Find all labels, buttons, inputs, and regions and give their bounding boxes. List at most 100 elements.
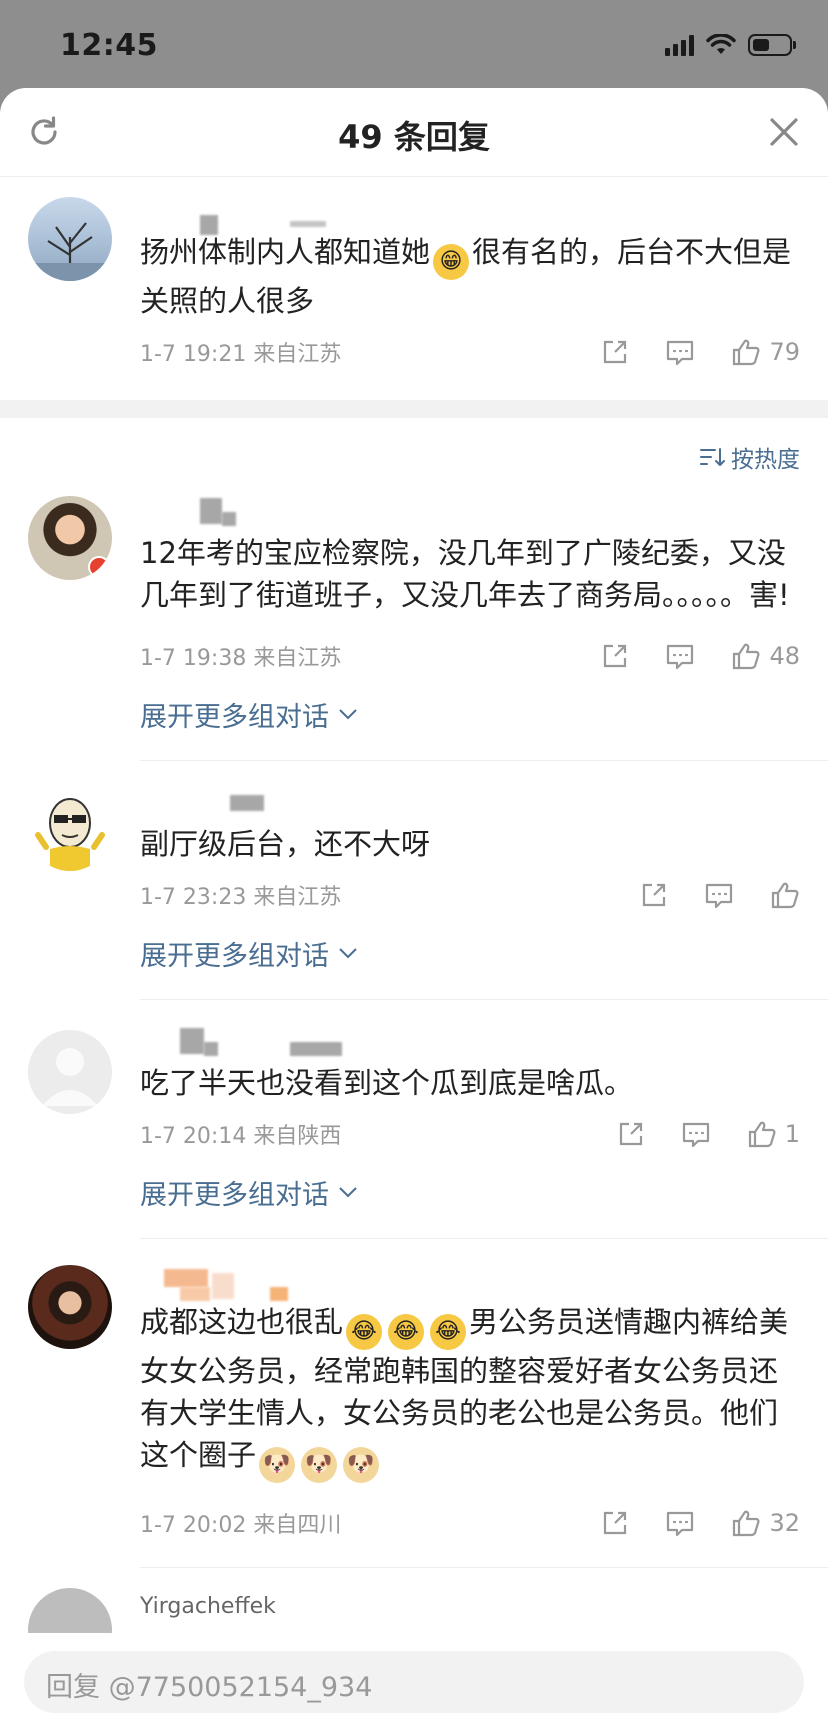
like-icon bbox=[748, 1121, 776, 1148]
comment-icon bbox=[682, 1122, 709, 1148]
avatar[interactable] bbox=[28, 787, 112, 871]
comment-text: 成都这边也很乱 bbox=[140, 1305, 344, 1339]
expand-conversations-link[interactable]: 展开更多组对话 bbox=[140, 686, 800, 742]
laughing-tears-emoji-icon: 😂 bbox=[388, 1314, 425, 1350]
avatar[interactable] bbox=[28, 1030, 112, 1114]
chevron-down-icon bbox=[339, 948, 357, 959]
share-button[interactable] bbox=[601, 642, 629, 670]
like-icon bbox=[733, 339, 760, 366]
share-icon bbox=[604, 644, 627, 668]
meta-row: 1-7 20:14 来自陕西 1 bbox=[140, 1104, 800, 1164]
tree-image bbox=[28, 222, 112, 281]
comment-meta: 1-7 23:23 来自江苏 bbox=[140, 885, 342, 910]
expand-label: 展开更多组对话 bbox=[140, 701, 329, 733]
like-button[interactable]: 1 bbox=[747, 1119, 800, 1149]
wifi-icon bbox=[706, 34, 736, 54]
meta-row: 1-7 20:02 来自四川 32 bbox=[140, 1493, 800, 1553]
share-icon bbox=[642, 883, 666, 907]
comment-item: 成都这边也很乱 😂 😂 😂 男公务员送情趣内裤给美女女公务员，经常跑韩国的整容爱好者女公… bbox=[0, 1239, 828, 1553]
battery-icon bbox=[748, 34, 796, 56]
reply-input[interactable]: 回复 @7750052154_934 bbox=[24, 1651, 804, 1713]
expand-conversations-link[interactable]: 展开更多组对话 bbox=[140, 925, 800, 981]
comment-actions bbox=[604, 865, 800, 925]
share-icon bbox=[619, 1122, 642, 1146]
cartoon-avatar-image bbox=[35, 798, 105, 871]
comment-actions: 79 bbox=[565, 322, 800, 382]
status-time: 12:45 bbox=[60, 28, 158, 63]
top-comment: 扬州体制内人都知道她 😁 很有名的，后台不大但是关照的人很多 1-7 19:21 来… bbox=[0, 177, 828, 382]
close-icon[interactable] bbox=[768, 116, 800, 148]
like-count: 1 bbox=[784, 1120, 800, 1148]
comment-icon bbox=[667, 644, 694, 670]
doge-emoji-icon: 🐶 bbox=[301, 1447, 338, 1483]
comment-meta: 1-7 19:38 来自江苏 bbox=[140, 646, 342, 671]
cellular-signal-icon bbox=[665, 34, 694, 56]
like-count: 48 bbox=[769, 642, 800, 670]
share-button[interactable] bbox=[601, 1509, 629, 1537]
comment-content: 扬州体制内人都知道她 😁 很有名的，后台不大但是关照的人很多 bbox=[140, 231, 800, 322]
like-button[interactable]: 79 bbox=[731, 337, 800, 367]
comment-button[interactable] bbox=[665, 642, 695, 670]
like-count: 79 bbox=[769, 338, 800, 366]
sort-icon bbox=[700, 448, 725, 466]
like-icon bbox=[733, 643, 760, 670]
sort-row: 按热度 bbox=[0, 418, 828, 492]
share-button[interactable] bbox=[601, 338, 629, 366]
avatar[interactable] bbox=[28, 197, 112, 281]
share-button[interactable] bbox=[617, 1120, 645, 1148]
share-icon bbox=[604, 1511, 627, 1535]
comment-icon bbox=[667, 1511, 694, 1537]
username-blurred[interactable] bbox=[140, 191, 800, 235]
chevron-down-icon bbox=[339, 1187, 357, 1198]
status-icons bbox=[665, 34, 796, 56]
like-button[interactable]: 48 bbox=[731, 641, 800, 671]
comment-item: 副厅级后台，还不大呀 1-7 23:23 来自江苏 展开更多组对话 bbox=[0, 761, 828, 981]
avatar[interactable] bbox=[28, 1265, 112, 1349]
username-blurred[interactable] bbox=[140, 1022, 800, 1062]
comment-meta: 1-7 20:14 来自陕西 bbox=[140, 1124, 342, 1149]
chevron-down-icon bbox=[339, 709, 357, 720]
username-blurred[interactable] bbox=[140, 492, 800, 532]
comment-icon bbox=[667, 340, 694, 366]
username-blurred[interactable] bbox=[140, 783, 800, 823]
meta-row: 1-7 19:21 来自江苏 79 bbox=[140, 322, 800, 382]
expand-conversations-link[interactable]: 展开更多组对话 bbox=[140, 1164, 800, 1220]
like-count: 32 bbox=[769, 1509, 800, 1537]
comment-text: 扬州体制内人都知道她 bbox=[140, 235, 431, 269]
comment-button[interactable] bbox=[665, 338, 695, 366]
comment-content: 吃了半天也没看到这个瓜到底是啥瓜。 bbox=[140, 1066, 634, 1100]
reply-bar: 回复 @7750052154_934 bbox=[0, 1633, 828, 1733]
grin-emoji-icon: 😁 bbox=[433, 244, 470, 280]
like-icon bbox=[733, 1510, 760, 1537]
comment-button[interactable] bbox=[681, 1120, 711, 1148]
laughing-tears-emoji-icon: 😂 bbox=[346, 1314, 383, 1350]
comment-meta: 1-7 20:02 来自四川 bbox=[140, 1513, 342, 1538]
expand-label: 展开更多组对话 bbox=[140, 940, 329, 972]
comment-actions: 32 bbox=[565, 1493, 800, 1553]
like-button[interactable]: 32 bbox=[731, 1508, 800, 1538]
comment-icon bbox=[705, 883, 733, 909]
comment-actions: 48 bbox=[565, 626, 800, 686]
avatar[interactable] bbox=[28, 496, 112, 580]
comment-button[interactable] bbox=[665, 1509, 695, 1537]
laughing-tears-emoji-icon: 😂 bbox=[430, 1314, 467, 1350]
comment-actions: 1 bbox=[581, 1104, 800, 1164]
comment-username[interactable]: Yirgacheffek bbox=[140, 1586, 800, 1628]
reply-placeholder: 回复 @7750052154_934 bbox=[46, 1672, 373, 1703]
comment-content: 12年考的宝应检察院，没几年到了广陵纪委，又没几年到了街道班子，又没几年去了商务… bbox=[140, 536, 790, 612]
comment-button[interactable] bbox=[704, 881, 734, 909]
doge-emoji-icon: 🐶 bbox=[343, 1447, 380, 1483]
like-icon bbox=[771, 882, 799, 909]
like-button[interactable] bbox=[770, 880, 800, 910]
comment-item: Yirgacheffek bbox=[0, 1568, 828, 1672]
share-icon bbox=[604, 340, 627, 364]
share-button[interactable] bbox=[640, 881, 668, 909]
default-avatar-icon bbox=[42, 1048, 98, 1106]
comment-content: 成都这边也很乱 😂 😂 😂 男公务员送情趣内裤给美女女公务员，经常跑韩国的整容爱好者女公… bbox=[140, 1301, 800, 1483]
status-bar: 12:45 bbox=[0, 0, 828, 88]
username-blurred[interactable] bbox=[140, 1261, 800, 1301]
replies-sheet: 49 条回复 扬州体制内人都知道她 😁 很有名的，后台不大但是关照的人很多 1-7 … bbox=[0, 88, 828, 1733]
comment-item: 吃了半天也没看到这个瓜到底是啥瓜。 1-7 20:14 来自陕西 1 展开更多组… bbox=[0, 1000, 828, 1220]
section-divider bbox=[0, 400, 828, 418]
sort-by-hot-button[interactable]: 按热度 bbox=[699, 440, 800, 474]
